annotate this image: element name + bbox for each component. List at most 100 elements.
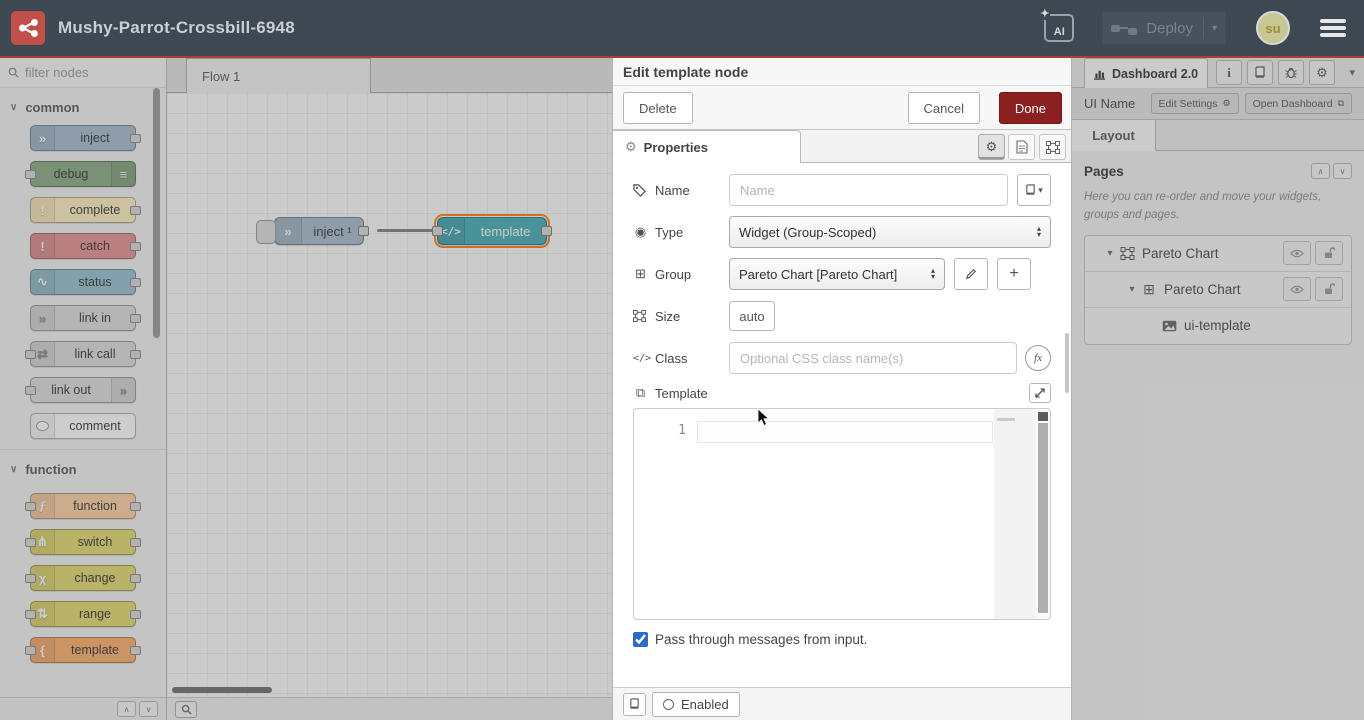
class-input[interactable]: [729, 342, 1017, 374]
name-library-button[interactable]: ▾: [1017, 174, 1051, 206]
palette-category-common[interactable]: ∨ common: [0, 88, 166, 125]
palette-node-function[interactable]: ƒ function: [30, 493, 136, 519]
done-button[interactable]: Done: [999, 92, 1062, 124]
palette-category-function[interactable]: ∨ function: [0, 450, 166, 493]
output-port: [130, 350, 141, 359]
ai-assistant-button[interactable]: ✦ AI: [1044, 14, 1074, 42]
input-port: [25, 386, 36, 395]
palette-search-input[interactable]: filter nodes: [0, 58, 166, 88]
tree-chevron-icon[interactable]: ▾: [1125, 284, 1139, 295]
template-code-editor[interactable]: 1: [633, 408, 1051, 620]
expand-all-button[interactable]: ∨: [1333, 163, 1352, 179]
palette-node-link-in[interactable]: » link in: [30, 305, 136, 331]
tray-scrollbar[interactable]: [1065, 333, 1069, 393]
book-icon: [1254, 66, 1266, 79]
tree-chevron-icon[interactable]: ▾: [1103, 248, 1117, 259]
ui-name-label: UI Name: [1084, 96, 1145, 111]
tab-properties[interactable]: ⚙ Properties: [613, 130, 801, 163]
main-menu-button[interactable]: [1320, 19, 1346, 37]
output-port: [130, 206, 141, 215]
class-field-label: </> Class: [633, 351, 729, 366]
visibility-button[interactable]: [1283, 241, 1311, 265]
name-input[interactable]: [729, 174, 1008, 206]
delete-button[interactable]: Delete: [623, 92, 693, 124]
lock-button[interactable]: [1315, 277, 1343, 301]
output-port[interactable]: [358, 226, 369, 236]
help-tab-button[interactable]: [1247, 60, 1273, 85]
node-enabled-toggle[interactable]: Enabled: [652, 692, 740, 717]
expand-icon: [1035, 388, 1045, 398]
lock-button[interactable]: [1315, 241, 1343, 265]
info-tab-button[interactable]: i: [1216, 60, 1242, 85]
group-select[interactable]: Pareto Chart [Pareto Chart] ▴▾: [729, 258, 945, 290]
tree-row-widget[interactable]: ui-template: [1085, 308, 1351, 344]
input-port: [25, 170, 36, 179]
user-avatar[interactable]: su: [1256, 11, 1290, 45]
visibility-button[interactable]: [1283, 277, 1311, 301]
palette-node-switch[interactable]: ⋔ switch: [30, 529, 136, 555]
input-port: [25, 646, 36, 655]
class-expression-button[interactable]: fx: [1025, 345, 1051, 371]
flow-tab[interactable]: Flow 1: [186, 58, 371, 93]
deploy-caret-icon[interactable]: ▾: [1212, 23, 1217, 34]
frame-icon: [1046, 141, 1060, 154]
palette-collapse-all-button[interactable]: ∧: [117, 701, 136, 717]
tab-layout[interactable]: Layout: [1072, 120, 1156, 151]
output-port[interactable]: [541, 226, 552, 236]
palette-node-comment[interactable]: comment: [30, 413, 136, 439]
inject-trigger-button[interactable]: [256, 220, 276, 244]
deploy-label: Deploy: [1146, 20, 1193, 37]
passthrough-checkbox[interactable]: [633, 632, 648, 647]
edit-settings-button[interactable]: Edit Settings ⚙: [1151, 93, 1239, 114]
canvas-search-button[interactable]: [175, 701, 197, 718]
output-port: [130, 134, 141, 143]
palette-node-complete[interactable]: ! complete: [30, 197, 136, 223]
output-port: [130, 610, 141, 619]
add-group-button[interactable]: +: [997, 258, 1031, 290]
library-button[interactable]: [623, 693, 646, 716]
config-tab-button[interactable]: ⚙: [1309, 60, 1335, 85]
inject-node[interactable]: » inject ¹: [274, 217, 364, 245]
sidebar-menu-caret[interactable]: ▾: [1349, 66, 1355, 79]
editor-scrollbar[interactable]: [1036, 409, 1050, 619]
appearance-tab-button[interactable]: [1039, 134, 1066, 160]
palette-node-inject[interactable]: » inject: [30, 125, 136, 151]
open-dashboard-button[interactable]: Open Dashboard ⧉: [1245, 93, 1352, 114]
collapse-all-button[interactable]: ∧: [1311, 163, 1330, 179]
debug-tab-button[interactable]: [1278, 60, 1304, 85]
caret-down-icon: ▾: [1038, 185, 1043, 196]
tab-dashboard-2[interactable]: Dashboard 2.0: [1084, 58, 1208, 88]
palette-node-status[interactable]: ∿ status: [30, 269, 136, 295]
palette-node-link-call[interactable]: ⇄ link call: [30, 341, 136, 367]
palette-node-catch[interactable]: ! catch: [30, 233, 136, 259]
dashboard-sidebar: Dashboard 2.0 i ⚙ ▾ UI Name Edit Setting…: [1072, 58, 1364, 720]
palette-node-template[interactable]: { template: [30, 637, 136, 663]
tree-row-group[interactable]: ▾ ⊞ Pareto Chart: [1085, 272, 1351, 308]
debug-icon: ≡: [111, 162, 135, 186]
palette-node-link-out[interactable]: » link out: [30, 377, 136, 403]
exclamation-icon: !: [31, 234, 55, 258]
palette-scrollbar[interactable]: [153, 88, 160, 338]
bug-icon: [1285, 66, 1297, 79]
size-auto-button[interactable]: auto: [729, 301, 775, 331]
editor-expand-button[interactable]: [1029, 383, 1051, 403]
palette-expand-all-button[interactable]: ∨: [139, 701, 158, 717]
type-select[interactable]: Widget (Group-Scoped) ▴▾: [729, 216, 1051, 248]
input-port[interactable]: [432, 226, 443, 236]
edit-group-button[interactable]: [954, 258, 988, 290]
gear-icon: ⚙: [1223, 98, 1231, 109]
workspace-grid[interactable]: » inject ¹ </> template: [167, 93, 612, 697]
palette-node-change[interactable]: χ change: [30, 565, 136, 591]
tree-row-page[interactable]: ▾ Pareto Chart: [1085, 236, 1351, 272]
properties-tab-button[interactable]: ⚙: [978, 134, 1005, 160]
palette-node-debug[interactable]: ≡ debug: [30, 161, 136, 187]
canvas-horizontal-scrollbar[interactable]: [172, 687, 272, 693]
description-tab-button[interactable]: [1008, 134, 1035, 160]
palette-node-range[interactable]: ⇅ range: [30, 601, 136, 627]
flow-workspace[interactable]: Flow 1 » inject ¹ </> template: [167, 58, 612, 720]
tray-form: Name ▾ ◉ Type Widget (Group-Scoped) ▴▾ ⊞…: [613, 163, 1071, 647]
eye-icon: [1290, 249, 1304, 258]
ui-template-node-selected[interactable]: </> template: [437, 217, 547, 245]
deploy-button[interactable]: Deploy ▾: [1102, 11, 1226, 45]
cancel-button[interactable]: Cancel: [908, 92, 980, 124]
